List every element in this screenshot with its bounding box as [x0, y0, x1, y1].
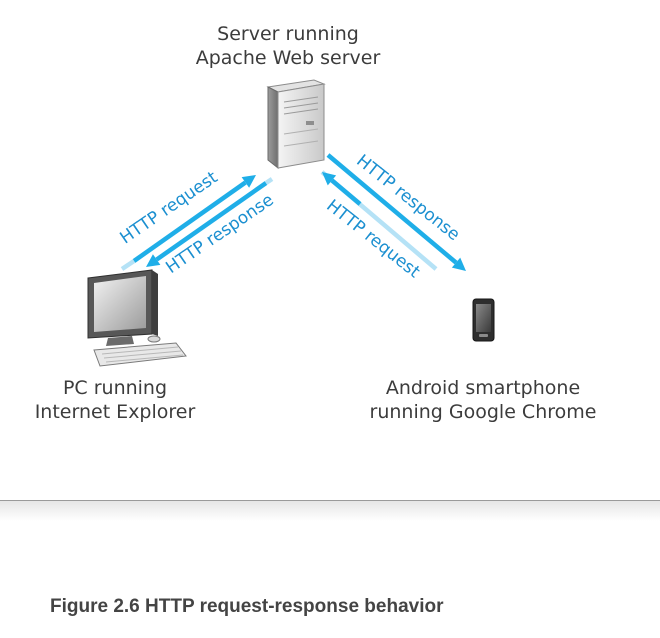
arrow-pc-request-tail-shaft [120, 259, 136, 271]
arrow-pc-request-tail [120, 259, 136, 271]
smartphone-icon [472, 298, 495, 342]
server-tower-icon [266, 79, 326, 170]
phone-label: Android smartphone running Google Chrome [358, 376, 608, 424]
desktop-computer-icon [87, 269, 187, 367]
pc-label-line2: Internet Explorer [34, 401, 196, 423]
phone-label-line1: Android smartphone [385, 377, 581, 399]
diagram-canvas [87, 79, 495, 367]
pc-label: PC running Internet Explorer [30, 376, 200, 424]
server-label-line2: Apache Web server [195, 47, 381, 69]
phone-label-line2: running Google Chrome [369, 401, 597, 423]
figure-caption: Figure 2.6 HTTP request-response behavio… [50, 596, 444, 617]
server-label-line1: Server running [217, 23, 359, 45]
arrow-pc-response-tail [264, 177, 274, 185]
arrow-pc-response-tail-shaft [264, 177, 274, 185]
http-diagram: HTTP request HTTP response HTTP response… [0, 0, 660, 500]
pc-label-line1: PC running [62, 377, 168, 399]
section-divider [0, 500, 660, 521]
server-label: Server running Apache Web server [188, 22, 388, 70]
